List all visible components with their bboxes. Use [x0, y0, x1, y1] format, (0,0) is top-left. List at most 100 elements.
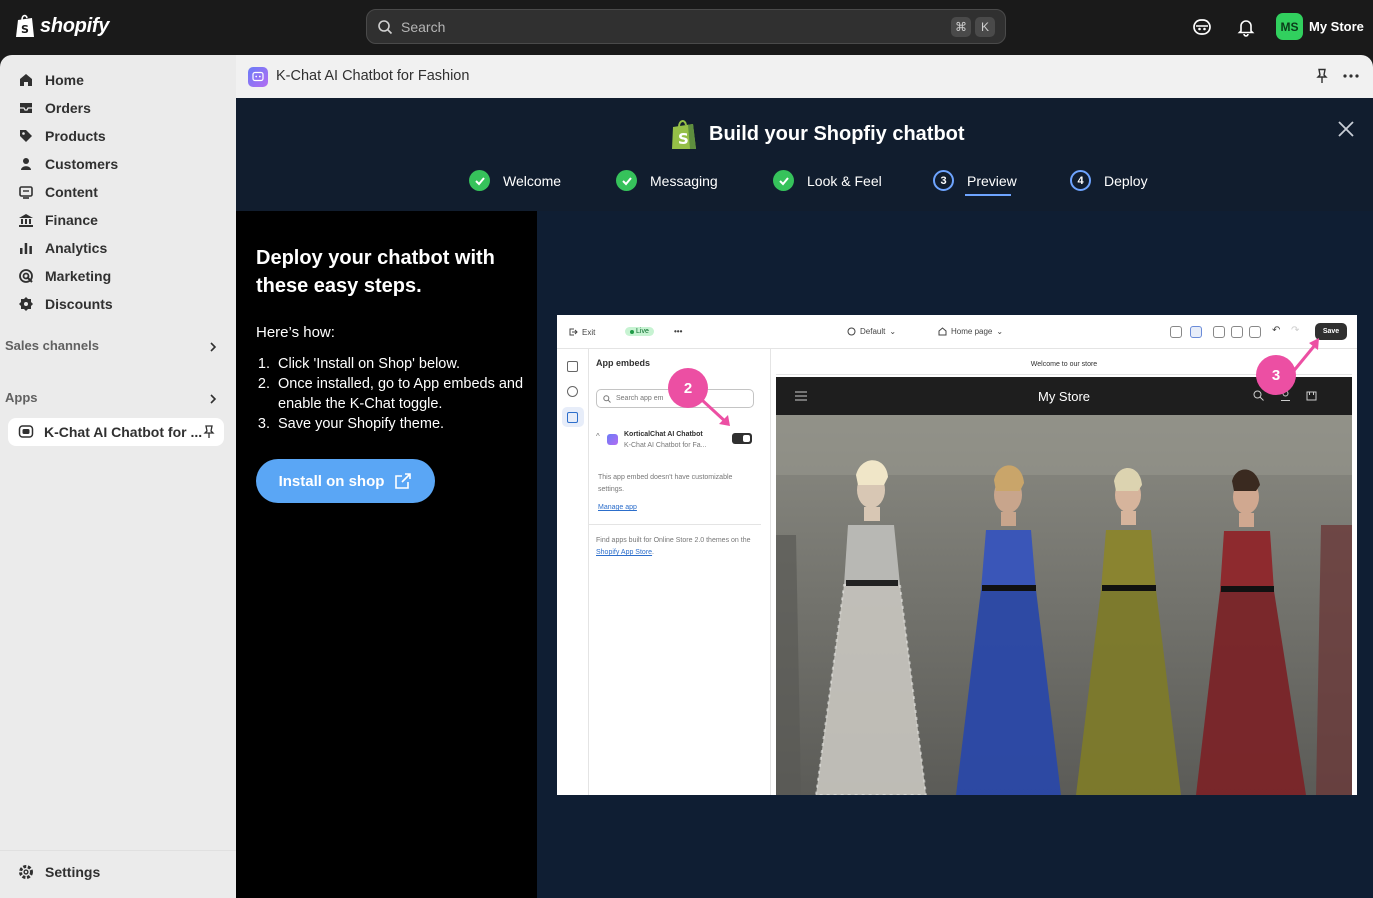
chat-app-icon: [248, 67, 268, 87]
check-icon: [469, 170, 490, 191]
sidebar-item-discounts[interactable]: Discounts: [8, 290, 224, 318]
step-number-badge: 4: [1070, 170, 1091, 191]
app-header: K-Chat AI Chatbot for Fashion: [236, 55, 1373, 98]
k-key: K: [975, 16, 995, 37]
pin-icon[interactable]: [1314, 68, 1330, 84]
wizard-title: Build your Shopfiy chatbot: [709, 123, 965, 145]
apps-label[interactable]: Apps: [5, 390, 38, 405]
step-label: Preview: [967, 172, 1017, 189]
sidebar-item-label: Discounts: [45, 296, 113, 312]
sidebar-item-label: Customers: [45, 156, 119, 172]
external-link-icon: [395, 473, 412, 489]
more-options-icon[interactable]: [1342, 68, 1360, 84]
sidebar-item-home[interactable]: Home: [8, 66, 224, 94]
shopify-bag-icon: S: [672, 120, 696, 149]
undo-icon: ↶: [1272, 325, 1281, 336]
arrow-to-toggle: [700, 398, 730, 426]
step-preview[interactable]: 3 Preview: [933, 170, 1017, 191]
tag-icon: [20, 130, 32, 142]
gear-icon: [567, 386, 578, 397]
list-item: 2. Once installed, go to App embeds and e…: [257, 376, 524, 412]
active-step-indicator: [965, 194, 1011, 196]
sidekick-icon[interactable]: [1192, 17, 1212, 37]
wizard-header: S Build your Shopfiy chatbot Welcome Mes…: [236, 98, 1373, 211]
svg-text:S: S: [21, 23, 29, 36]
chevron-right-icon[interactable]: [207, 393, 219, 405]
sidebar-item-label: Content: [45, 184, 98, 200]
gear-icon: [19, 865, 33, 879]
sidebar-item-settings[interactable]: Settings: [8, 858, 224, 886]
fullscreen-icon: [1249, 326, 1261, 338]
sidebar-item-finance[interactable]: Finance: [8, 206, 224, 234]
person-icon: [21, 158, 31, 170]
embed-note: This app embed doesn't have customizable…: [598, 474, 733, 493]
store-menu-button[interactable]: MS My Store: [1276, 13, 1364, 40]
wizard-title-group: S Build your Shopfiy chatbot: [669, 118, 965, 151]
search-icon: [1253, 390, 1264, 401]
app-item-label: K-Chat AI Chatbot for ...: [44, 424, 203, 440]
chat-app-icon: [607, 434, 618, 445]
divider: [589, 524, 761, 525]
sidebar-item-label: Analytics: [45, 240, 108, 256]
instructions-intro: Here’s how:: [256, 324, 335, 341]
chat-app-icon: [18, 425, 34, 438]
cart-icon: [1306, 391, 1317, 401]
home-icon: [20, 74, 32, 86]
sidebar-item-label: Orders: [45, 100, 91, 116]
list-item: 1. Click 'Install on Shop' below.: [257, 356, 461, 372]
chevron-up-icon: ^: [596, 432, 600, 441]
svg-text:S: S: [678, 130, 689, 148]
sidebar-item-products[interactable]: Products: [8, 122, 224, 150]
store-preview: Welcome to our store My Store: [776, 351, 1352, 795]
desktop-icon: [1213, 326, 1225, 338]
sales-channels-label[interactable]: Sales channels: [5, 338, 99, 353]
bell-icon[interactable]: [1236, 17, 1256, 37]
logo-text: shopify: [40, 14, 110, 37]
mobile-icon: [1231, 326, 1243, 338]
step-look-and-feel[interactable]: Look & Feel: [773, 170, 882, 191]
page-title: K-Chat AI Chatbot for Fashion: [276, 68, 470, 84]
bank-icon: [19, 214, 33, 227]
shopping-bag-icon: S: [16, 14, 34, 37]
editor-toolbar: Exit Live ••• Default ⌄ Home page ⌄ ↶ ↷ Sa…: [557, 315, 1357, 349]
shopify-logo[interactable]: S shopify: [14, 13, 109, 39]
pin-icon[interactable]: [202, 425, 216, 439]
step-welcome[interactable]: Welcome: [469, 170, 561, 191]
sidebar-item-customers[interactable]: Customers: [8, 150, 224, 178]
install-on-shop-button[interactable]: Install on shop: [256, 459, 435, 503]
step-label: Messaging: [650, 172, 718, 189]
sidebar-item-analytics[interactable]: Analytics: [8, 234, 224, 262]
sidebar-item-marketing[interactable]: Marketing: [8, 262, 224, 290]
step-label: Look & Feel: [807, 172, 882, 189]
page-select: Home page ⌄: [938, 327, 1003, 336]
close-icon[interactable]: [1336, 119, 1356, 139]
preview-area: Exit Live ••• Default ⌄ Home page ⌄ ↶ ↷ Sa…: [537, 211, 1373, 898]
step-label: Deploy: [1104, 172, 1148, 189]
find-apps-text: Find apps built for Online Store 2.0 the…: [596, 537, 751, 556]
search-icon: [603, 394, 611, 403]
sidebar-item-label: Finance: [45, 212, 98, 228]
search-input[interactable]: Search ⌘ K: [366, 9, 1006, 44]
customer-icon: [1170, 326, 1182, 338]
app-store-link: Shopify App Store: [596, 549, 653, 556]
sidebar-item-content[interactable]: Content: [8, 178, 224, 206]
sections-icon: [567, 361, 578, 372]
chevron-right-icon[interactable]: [207, 341, 219, 353]
step-messaging[interactable]: Messaging: [616, 170, 718, 191]
sidebar-item-orders[interactable]: Orders: [8, 94, 224, 122]
settings-label: Settings: [45, 864, 101, 880]
theme-editor-screenshot: Exit Live ••• Default ⌄ Home page ⌄ ↶ ↷ Sa…: [557, 315, 1357, 795]
discount-icon: [19, 297, 33, 311]
cmd-key: ⌘: [951, 16, 971, 37]
sidebar-item-kchat-app[interactable]: K-Chat AI Chatbot for ...: [8, 418, 224, 446]
install-button-label: Install on shop: [278, 472, 385, 490]
more-menu: •••: [674, 327, 683, 336]
step-badge-3: 3: [1256, 355, 1296, 395]
live-badge: Live: [625, 327, 654, 336]
step-deploy[interactable]: 4 Deploy: [1070, 170, 1148, 191]
theme-select: Default ⌄: [847, 327, 896, 336]
panel-title: App embeds: [596, 358, 651, 368]
check-icon: [616, 170, 637, 191]
globe-icon: [847, 327, 856, 336]
exit-button: Exit: [568, 327, 595, 337]
